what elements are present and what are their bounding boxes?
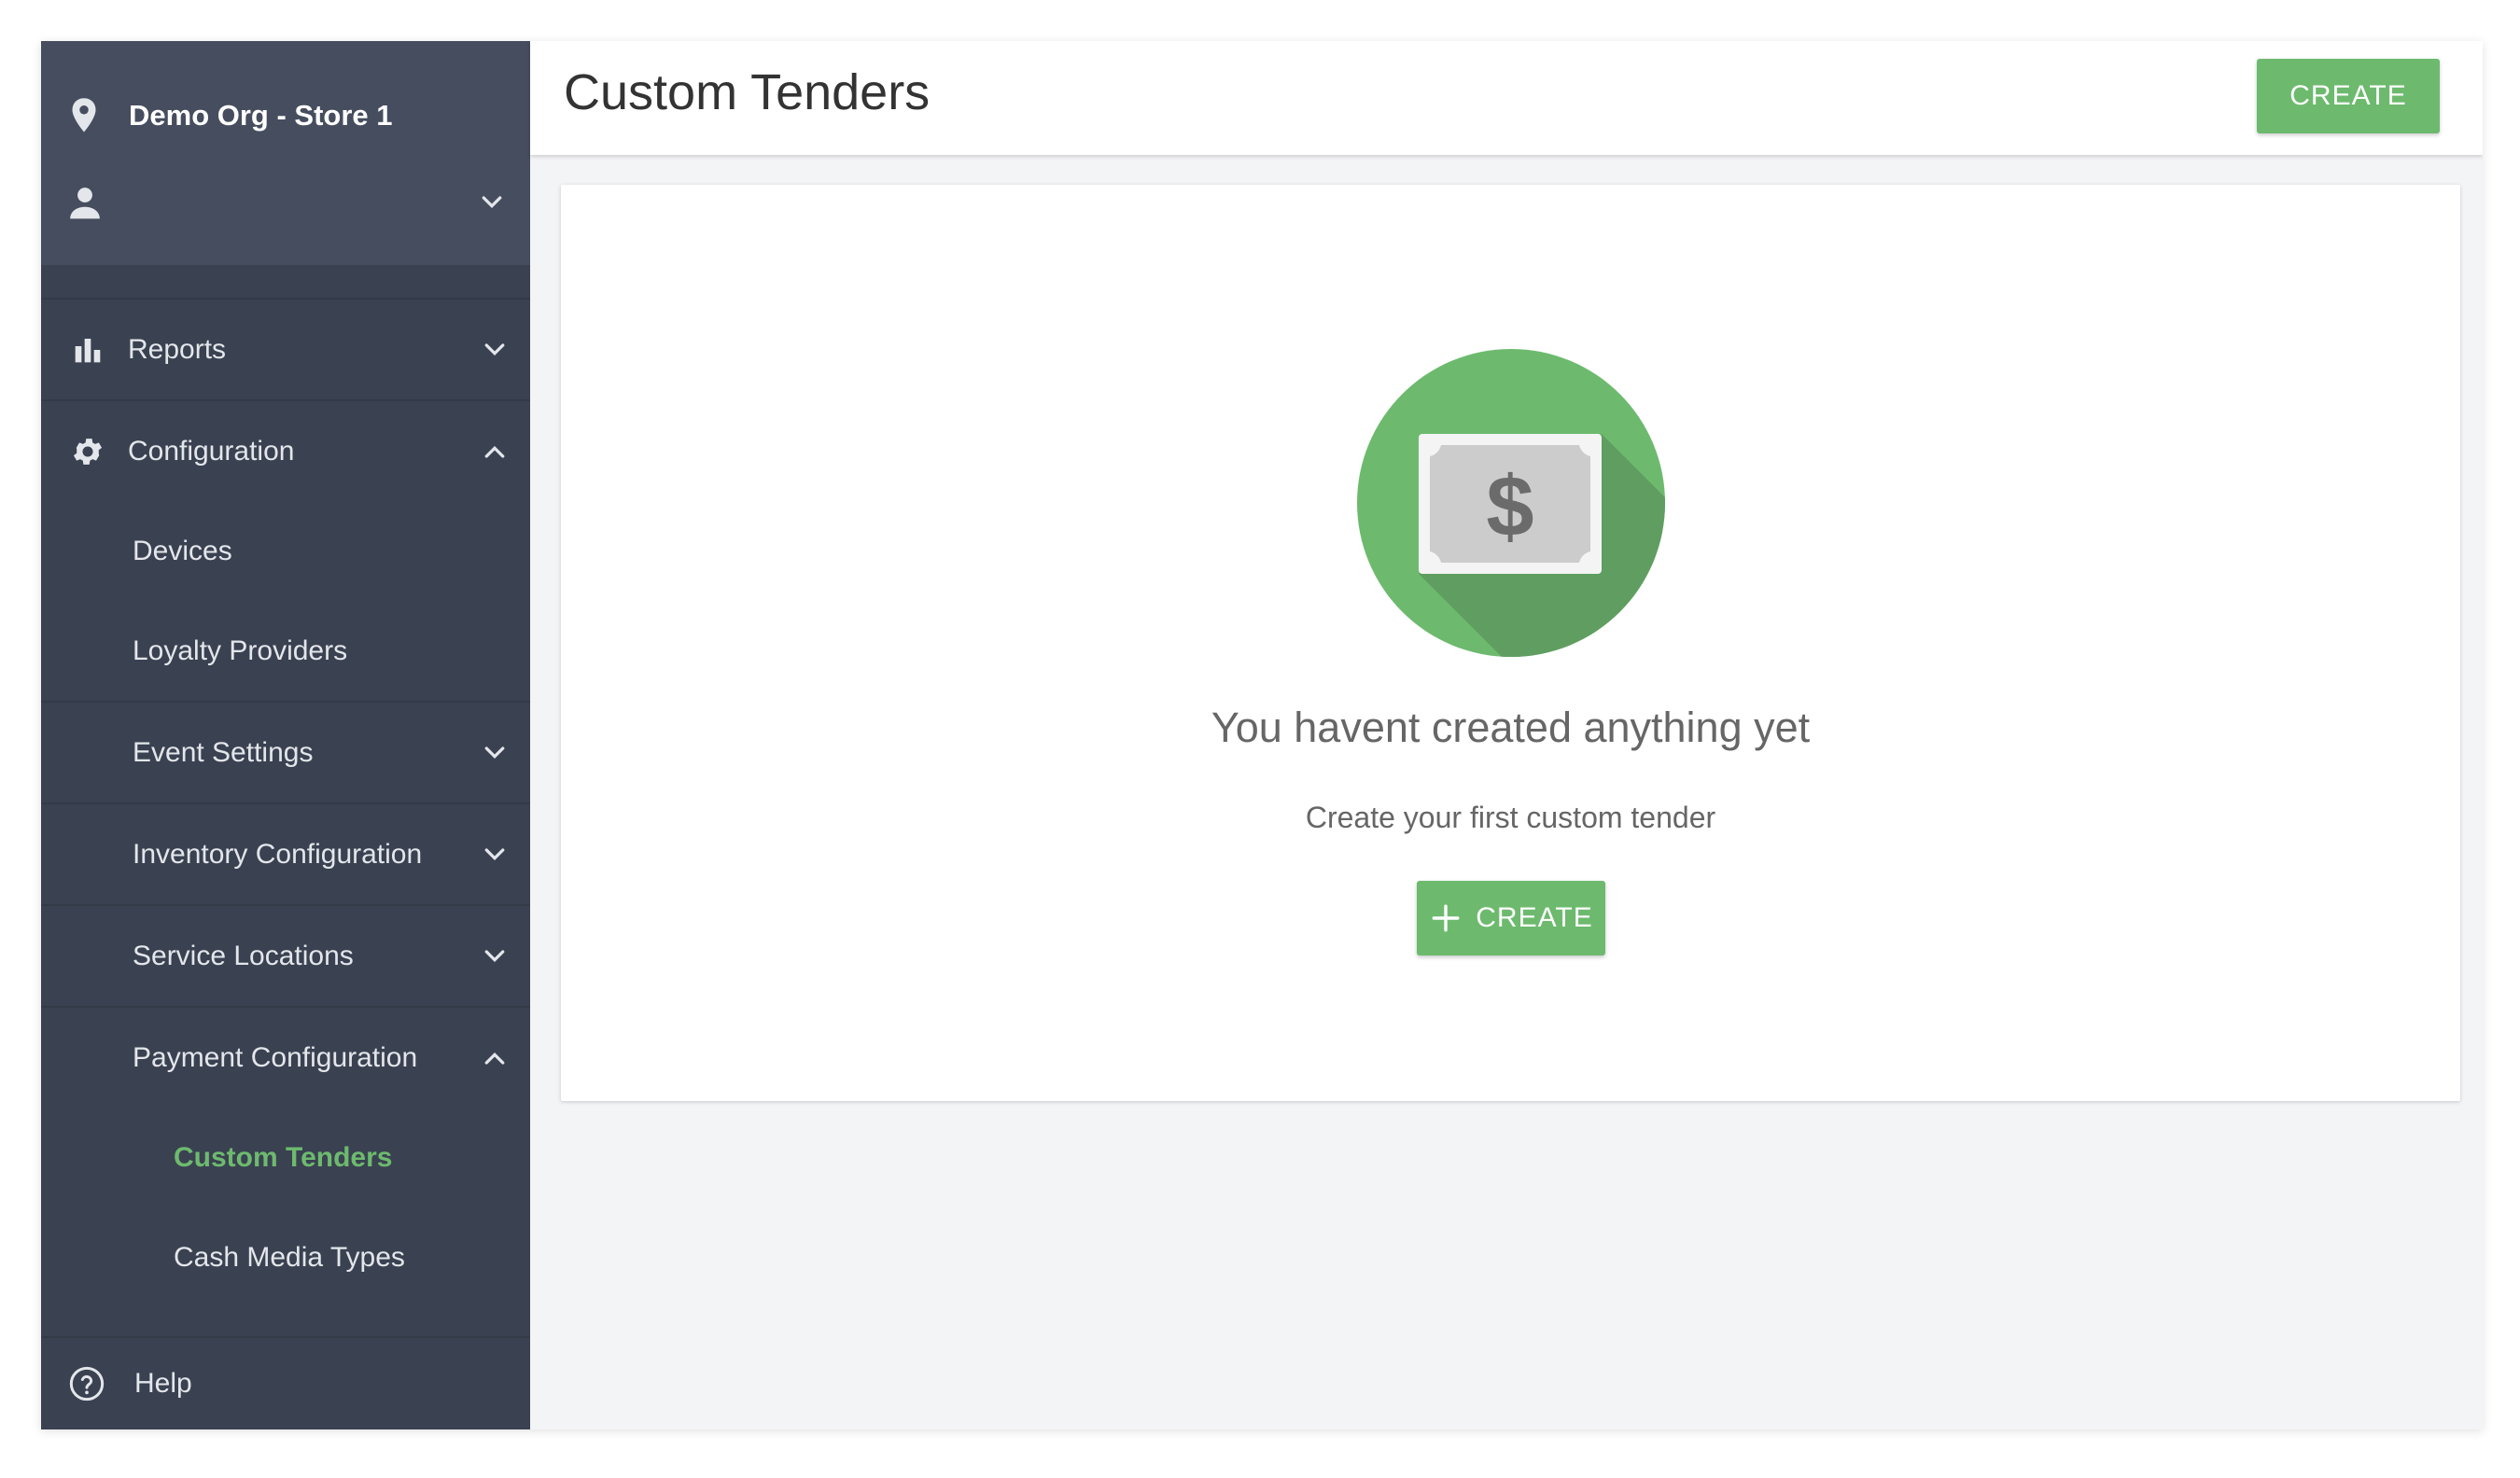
sidebar-item-label: Configuration	[128, 435, 295, 467]
create-first-tender-button[interactable]: CREATE	[1417, 881, 1605, 955]
sidebar-item-label: Devices	[133, 535, 232, 566]
sidebar-item-label: Custom Tenders	[174, 1141, 393, 1173]
sidebar-nav: Reports Configuration Devices Loyalty Pr…	[41, 298, 530, 1307]
chevron-down-icon	[476, 938, 513, 975]
sidebar-item-label: Cash Media Types	[174, 1241, 405, 1273]
sidebar: Demo Org - Store 1 Reports Configuration…	[41, 41, 530, 1429]
sidebar-item-reports[interactable]: Reports	[41, 300, 530, 399]
empty-state-subtitle: Create your first custom tender	[1305, 801, 1716, 834]
chevron-down-icon	[478, 188, 506, 221]
sidebar-item-help[interactable]: Help	[41, 1336, 530, 1429]
sidebar-item-service-locations[interactable]: Service Locations	[41, 906, 530, 1006]
sidebar-item-event-settings[interactable]: Event Settings	[41, 703, 530, 802]
top-bar: Custom Tenders CREATE	[530, 41, 2483, 155]
sidebar-item-cash-media-types[interactable]: Cash Media Types	[41, 1207, 530, 1307]
empty-state-title: You havent created anything yet	[1211, 704, 1811, 751]
sidebar-item-custom-tenders[interactable]: Custom Tenders	[41, 1108, 530, 1207]
sidebar-item-loyalty-providers[interactable]: Loyalty Providers	[41, 601, 530, 701]
sidebar-item-payment-configuration[interactable]: Payment Configuration	[41, 1008, 530, 1108]
sidebar-item-label: Inventory Configuration	[133, 838, 423, 870]
chevron-up-icon	[476, 1039, 513, 1077]
chevron-down-icon	[476, 734, 513, 772]
svg-text:$: $	[1486, 459, 1533, 554]
app-window: Demo Org - Store 1 Reports Configuration…	[41, 41, 2483, 1429]
sidebar-item-configuration[interactable]: Configuration	[41, 401, 530, 501]
bar-chart-icon	[69, 331, 106, 369]
user-icon	[67, 185, 103, 225]
sidebar-item-devices[interactable]: Devices	[41, 501, 530, 601]
location-pin-icon	[67, 95, 101, 136]
org-name: Demo Org - Store 1	[129, 99, 393, 132]
chevron-up-icon	[476, 433, 513, 470]
sidebar-item-label: Payment Configuration	[133, 1041, 418, 1073]
chevron-down-icon	[476, 836, 513, 873]
org-selector[interactable]: Demo Org - Store 1	[67, 86, 393, 146]
org-block: Demo Org - Store 1	[41, 41, 530, 265]
create-button-label: CREATE	[1476, 902, 1593, 933]
page-title: Custom Tenders	[564, 64, 931, 120]
money-bill-icon: $	[1357, 349, 1665, 657]
help-label: Help	[134, 1368, 192, 1399]
sidebar-item-label: Event Settings	[133, 736, 314, 768]
help-icon	[67, 1364, 106, 1403]
chevron-down-icon	[476, 331, 513, 369]
plus-icon	[1429, 901, 1463, 935]
empty-state-card: $ You havent created anything yet Create…	[561, 185, 2460, 1101]
user-menu[interactable]	[67, 172, 506, 237]
gear-icon	[69, 433, 106, 470]
sidebar-item-label: Service Locations	[133, 940, 354, 971]
sidebar-item-label: Reports	[128, 333, 227, 365]
create-button[interactable]: CREATE	[2257, 59, 2440, 133]
sidebar-item-label: Loyalty Providers	[133, 634, 348, 666]
sidebar-item-inventory-configuration[interactable]: Inventory Configuration	[41, 804, 530, 904]
